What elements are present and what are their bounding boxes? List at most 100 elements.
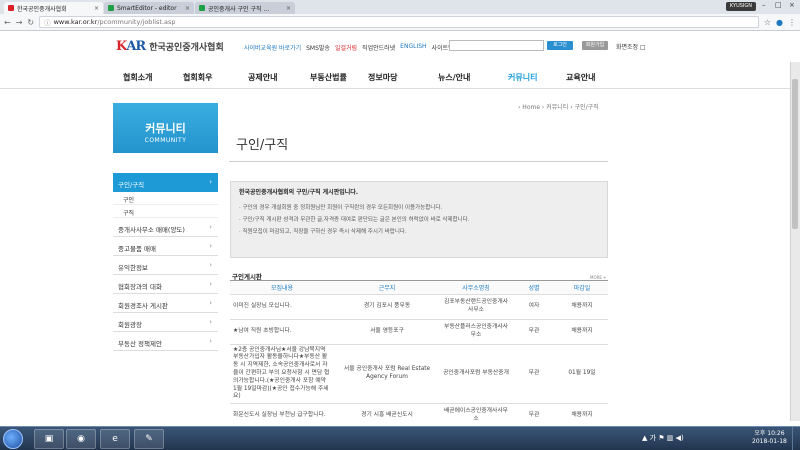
sidebar-item-jobs[interactable]: 구인/구직 › xyxy=(113,173,218,192)
util-link[interactable]: ENGLISH xyxy=(400,43,426,52)
gnb-item-6[interactable]: 커뮤니티 xyxy=(508,72,537,83)
show-desktop-button[interactable] xyxy=(792,427,800,450)
taskbar-app-icon[interactable]: ◉ xyxy=(66,429,96,449)
cell-gender: 무관 xyxy=(512,319,556,345)
site-logo[interactable]: KAR 한국공인중개사협회 xyxy=(116,39,224,54)
gnb-item-4[interactable]: 정보마당 xyxy=(368,72,397,83)
cell-office: 부동산플러스공인중개사사무소 xyxy=(440,319,512,345)
util-link[interactable]: 직업안드러넷 xyxy=(362,43,395,52)
cell-deadline: 채용까지 xyxy=(556,403,608,421)
column-header: 근무지 xyxy=(334,281,440,295)
table-row[interactable]: ★남여 직원 초빙합니다. 서울 영등포구 부동산플러스공인중개사사무소 무관 채용까지 xyxy=(230,319,608,345)
gnb-item-0[interactable]: 협회소개 xyxy=(123,72,152,83)
taskbar-app-icon[interactable]: ✎ xyxy=(134,429,164,449)
maximize-icon[interactable]: □ xyxy=(775,1,782,9)
cell-content[interactable]: ★2층 공인중개사님★서울 강남북지역 부동산가입자 활동을하니다★부동산 활동… xyxy=(230,344,334,405)
gnb-item-5[interactable]: 뉴스/안내 xyxy=(438,72,470,83)
url-path: /pcommunity/joblist.asp xyxy=(97,18,176,26)
title-divider xyxy=(229,161,608,162)
profile-badge[interactable]: KYUSIGN xyxy=(725,2,756,11)
cell-gender: 무관 xyxy=(512,403,556,421)
minimize-icon[interactable]: – xyxy=(762,1,766,9)
site-search-input[interactable] xyxy=(449,40,544,51)
sidebar-subitem[interactable]: 구직 xyxy=(113,205,218,218)
sidebar-item[interactable]: 유익한정보 › xyxy=(113,256,218,275)
sidebar-item-label: 부동산 정책제안 xyxy=(118,340,162,348)
util-link[interactable]: 일걸거림 xyxy=(335,43,357,52)
browser-tab-3[interactable]: 공인중개사 구인 구직 ... × xyxy=(195,2,295,14)
browser-tab-bar: 한국공인중개사협회 × SmartEditor - editor × 공인중개사… xyxy=(0,0,800,14)
page-info-icon[interactable]: ⓘ xyxy=(44,17,51,27)
tab-close-icon[interactable]: × xyxy=(94,5,99,12)
notice-line: · 직원모집이 마감되고, 직장을 구하신 경우 즉시 삭제해 주시기 바랍니다… xyxy=(239,229,407,235)
job-table: 모집내용 근무지 사무소명칭 성별 마감일 이미진 실장님 모십니다. 경기 김포시 풍무… xyxy=(230,281,608,421)
breadcrumb: › Home › 커뮤니티 › 구인/구직 xyxy=(518,104,599,111)
sidebar-item[interactable]: 회원경조사 게시판 › xyxy=(113,294,218,313)
sidebar-item[interactable]: 협회장과의 대화 › xyxy=(113,275,218,294)
table-header-row: 모집내용 근무지 사무소명칭 성별 마감일 xyxy=(230,281,608,295)
start-button[interactable] xyxy=(3,429,23,449)
system-tray[interactable]: ▲ 가 ⚑ ▥ ◀) xyxy=(642,433,684,443)
cell-content[interactable]: 화운신도시 실장님 부천님 급구합니다. xyxy=(230,403,334,421)
table-row[interactable]: ★2층 공인중개사님★서울 강남북지역 부동산가입자 활동을하니다★부동산 활동… xyxy=(230,344,608,405)
notice-line: · 구인의 경우 개설회원 중 정회원님만 회원이 구직란의 경우 모든회원이 … xyxy=(239,205,443,211)
login-button[interactable]: 로그인 xyxy=(547,41,573,50)
cell-location: 경기 김포시 풍무동 xyxy=(334,294,440,320)
gnb-item-7[interactable]: 교육안내 xyxy=(566,72,595,83)
browser-tab-1[interactable]: 한국공인중개사협회 × xyxy=(4,2,103,14)
logo-name: 한국공인중개사협회 xyxy=(149,43,224,53)
util-link[interactable]: SMS발송 xyxy=(306,43,330,52)
sidebar-item[interactable]: 중개사사무소 매매(양도) › xyxy=(113,218,218,237)
taskbar-app-icon[interactable]: e xyxy=(100,429,130,449)
clock-date: 2018-01-18 xyxy=(752,438,787,446)
chevron-right-icon: › xyxy=(209,299,212,307)
menu-icon[interactable]: ⋮ xyxy=(788,18,796,27)
sidebar-item-label: 중개사사무소 매매(양도) xyxy=(118,226,185,234)
banner-subtitle: COMMUNITY xyxy=(144,137,187,144)
url-field[interactable]: ⓘ www.kar.or.kr/pcommunity/joblist.asp xyxy=(39,16,759,28)
join-button[interactable]: 회원가입 xyxy=(582,41,608,50)
sidebar-item-label: 중고물품 매매 xyxy=(118,245,156,253)
cell-office: 공인중개사포럼 부동산중개 xyxy=(440,344,512,405)
cell-content[interactable]: ★남여 직원 초빙합니다. xyxy=(230,319,334,345)
tab-close-icon[interactable]: × xyxy=(286,5,291,12)
bookmark-star-icon[interactable]: ☆ xyxy=(764,18,771,27)
cell-office: 배곧에이스공인중개사사무소 xyxy=(440,403,512,421)
cell-gender: 무관 xyxy=(512,344,556,405)
sidebar-item-label: 회원광장 xyxy=(118,321,142,329)
sidebar-item-label: 유익한정보 xyxy=(118,264,148,272)
chevron-right-icon: › xyxy=(209,337,212,345)
gnb-item-2[interactable]: 공제안내 xyxy=(248,72,277,83)
table-body: 이미진 실장님 모십니다. 경기 김포시 풍무동 김포부동산랜드공인중개사사무소 여자… xyxy=(230,294,608,421)
table-row[interactable]: 이미진 실장님 모십니다. 경기 김포시 풍무동 김포부동산랜드공인중개사사무소 여자… xyxy=(230,294,608,320)
cell-deadline: 채용까지 xyxy=(556,319,608,345)
notice-title: 한국공인중개사협회의 구인/구직 게시판입니다. xyxy=(239,189,359,196)
sidebar-item[interactable]: 중고물품 매매 › xyxy=(113,237,218,256)
gnb-item-3[interactable]: 부동산법률 xyxy=(310,72,347,83)
notice-line: · 구인/구직 게시판 성격과 무관한 글,자격증 대여로 판단되는 글은 본인… xyxy=(239,217,470,223)
cell-deadline: 01월 19일 xyxy=(556,344,608,405)
sidebar-subitem[interactable]: 구인 xyxy=(113,192,218,205)
forward-icon[interactable]: → xyxy=(16,18,23,27)
clock[interactable]: 오후 10:26 2018-01-18 xyxy=(752,430,787,447)
table-row[interactable]: 화운신도시 실장님 부천님 급구합니다. 경기 시흥 배곧신도시 배곧에이스공인중개… xyxy=(230,403,608,421)
chevron-right-icon: › xyxy=(209,178,212,186)
close-window-icon[interactable]: × xyxy=(789,1,795,9)
address-bar: ← → ↻ ⓘ www.kar.or.kr/pcommunity/joblist… xyxy=(0,14,800,31)
browser-tab-2[interactable]: SmartEditor - editor × xyxy=(104,2,194,14)
util-link[interactable]: 사이버교육원 바로가기 xyxy=(244,43,301,52)
tab-close-icon[interactable]: × xyxy=(185,5,190,12)
sidebar-item[interactable]: 부동산 정책제안 › xyxy=(113,332,218,351)
chevron-right-icon: › xyxy=(209,242,212,250)
sidebar-item[interactable]: 회원광장 › xyxy=(113,313,218,332)
tab-favicon-icon xyxy=(8,5,14,11)
taskbar-app-icon[interactable]: ▣ xyxy=(34,429,64,449)
gnb-item-1[interactable]: 협회회우 xyxy=(183,72,212,83)
extension-icon[interactable]: ● xyxy=(776,18,783,27)
cell-content[interactable]: 이미진 실장님 모십니다. xyxy=(230,294,334,320)
reload-icon[interactable]: ↻ xyxy=(27,18,34,27)
sidebar-item-label: 회원경조사 게시판 xyxy=(118,302,168,310)
scrollbar-thumb[interactable] xyxy=(792,79,798,229)
zoom-control[interactable]: 화면조정 □ xyxy=(616,42,646,51)
back-icon[interactable]: ← xyxy=(4,18,11,27)
